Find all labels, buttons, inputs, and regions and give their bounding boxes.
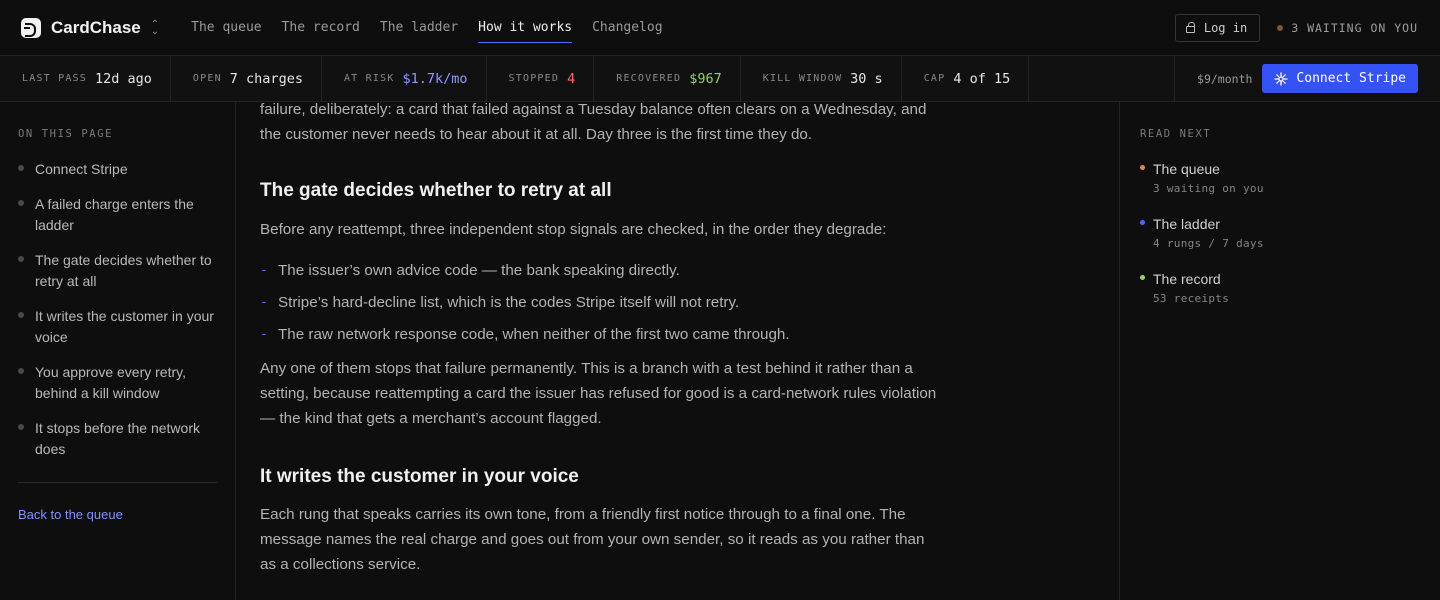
read-next-heading: READ NEXT — [1140, 128, 1212, 140]
toc-item-gate[interactable]: The gate decides whether to retry at all — [18, 250, 217, 292]
nav-link-how-it-works[interactable]: How it works — [478, 14, 572, 43]
toc-bullet-icon — [18, 312, 24, 318]
stat-value: 30 s — [850, 70, 883, 87]
brand[interactable]: CardChase ⌃ ⌄ — [21, 17, 159, 38]
stat-value: 4 of 15 — [953, 70, 1011, 87]
status-dot-icon — [1140, 165, 1145, 170]
read-next-record[interactable]: The record 53 receipts — [1140, 269, 1420, 305]
stat-label: KILL WINDOW — [762, 73, 843, 84]
stat-label: AT RISK — [343, 73, 395, 84]
stat-label: RECOVERED — [616, 73, 682, 84]
plan-cta: $9/month Connect Stripe — [1174, 56, 1440, 101]
toc-bullet-icon — [18, 368, 24, 374]
stat-label: CAP — [923, 73, 946, 84]
stat-open: OPEN 7 charges — [171, 56, 322, 101]
toc-item-label: It writes the customer in your voice — [35, 308, 214, 345]
login-button[interactable]: Log in — [1174, 13, 1261, 42]
plan-price: $9/month — [1197, 71, 1253, 86]
chevron-updown-icon[interactable]: ⌃ ⌄ — [151, 19, 159, 36]
top-navigation: CardChase ⌃ ⌄ The queue The record The la… — [0, 0, 1440, 56]
toc-heading: ON THIS PAGE — [18, 128, 114, 140]
stat-value: 4 — [567, 70, 576, 87]
stat-value: $967 — [689, 70, 722, 87]
nav-link-record[interactable]: The record — [282, 14, 360, 41]
connect-stripe-label: Connect Stripe — [1296, 71, 1406, 86]
waiting-indicator[interactable]: 3 WAITING ON YOU — [1277, 21, 1418, 35]
stripe-spark-icon — [1274, 71, 1289, 86]
waiting-label: 3 WAITING ON YOU — [1291, 20, 1418, 35]
stop-signal-list: - The issuer’s own advice code — the bank… — [260, 255, 790, 351]
dash-bullet-icon: - — [260, 263, 268, 278]
list-item: - The raw network response code, when nei… — [260, 319, 790, 351]
stat-stopped: STOPPED 4 — [487, 56, 595, 101]
toc-bullet-icon — [18, 256, 24, 262]
stat-value: 12d ago — [95, 70, 152, 87]
stat-recovered: RECOVERED $967 — [594, 56, 741, 101]
voice-paragraph: Each rung that speaks carries its own to… — [260, 506, 925, 573]
toc-item-label: It stops before the network does — [35, 420, 200, 457]
read-next-title: The ladder — [1153, 216, 1220, 232]
stat-label: STOPPED — [508, 73, 560, 84]
read-next-subtitle: 3 waiting on you — [1153, 182, 1264, 195]
stat-value: 7 charges — [229, 70, 303, 87]
primary-nav: The queue The record The ladder How it w… — [191, 14, 663, 43]
brand-name: CardChase — [51, 17, 141, 37]
toc-divider — [18, 482, 217, 483]
toc-item-failed-charge[interactable]: A failed charge enters the ladder — [18, 194, 217, 236]
cardchase-logo-icon — [21, 17, 41, 38]
read-next-title: The record — [1153, 271, 1221, 287]
toc-item-stops[interactable]: It stops before the network does — [18, 418, 217, 460]
nav-link-ladder[interactable]: The ladder — [380, 14, 458, 41]
read-next-ladder[interactable]: The ladder 4 rungs / 7 days — [1140, 214, 1420, 250]
article: failure, deliberately: a card that faile… — [237, 102, 1119, 600]
list-item-text: The issuer’s own advice code — the bank … — [278, 262, 680, 279]
login-label: Log in — [1203, 20, 1248, 35]
toc-item-label: A failed charge enters the ladder — [35, 196, 194, 233]
connect-stripe-button[interactable]: Connect Stripe — [1262, 64, 1418, 93]
toc-bullet-icon — [18, 165, 24, 171]
stat-at-risk: AT RISK $1.7k/mo — [322, 56, 487, 101]
stats-bar: LAST PASS 12d ago OPEN 7 charges AT RISK… — [0, 56, 1440, 102]
toc-item-approve[interactable]: You approve every retry, behind a kill w… — [18, 362, 217, 404]
nav-link-queue[interactable]: The queue — [191, 14, 261, 41]
read-next-title: The queue — [1153, 161, 1220, 177]
read-next-sidebar: READ NEXT The queue 3 waiting on you The… — [1119, 102, 1440, 600]
dash-bullet-icon: - — [260, 295, 268, 310]
gate-paragraph: Before any reattempt, three independent … — [260, 221, 887, 238]
read-next-subtitle: 4 rungs / 7 days — [1153, 237, 1264, 250]
dash-bullet-icon: - — [260, 327, 268, 342]
stat-cap: CAP 4 of 15 — [902, 56, 1030, 101]
read-next-subtitle: 53 receipts — [1153, 292, 1230, 305]
section-heading-gate: The gate decides whether to retry at all — [260, 180, 612, 201]
any-paragraph: Any one of them stops that failure perma… — [260, 360, 937, 427]
list-item: - The issuer’s own advice code — the bank… — [260, 255, 790, 287]
section-heading-voice: It writes the customer in your voice — [260, 466, 579, 487]
list-item-text: The raw network response code, when neit… — [278, 326, 790, 343]
toc-item-label: You approve every retry, behind a kill w… — [35, 364, 186, 401]
list-item-text: Stripe’s hard-decline list, which is the… — [278, 294, 740, 311]
toc-item-voice[interactable]: It writes the customer in your voice — [18, 306, 217, 348]
stat-value: $1.7k/mo — [402, 70, 468, 87]
nav-link-changelog[interactable]: Changelog — [592, 14, 662, 41]
list-item: - Stripe’s hard-decline list, which is th… — [260, 287, 790, 319]
status-dot-icon — [1140, 220, 1145, 225]
toc-item-label: Connect Stripe — [35, 161, 128, 177]
stat-last-pass: LAST PASS 12d ago — [0, 56, 171, 101]
stat-kill-window: KILL WINDOW 30 s — [741, 56, 902, 101]
waiting-dot-icon — [1277, 24, 1284, 31]
nav-right: Log in 3 WAITING ON YOU — [1174, 13, 1418, 42]
stat-label: LAST PASS — [22, 73, 87, 84]
lock-icon — [1185, 21, 1195, 33]
intro-paragraph: failure, deliberately: a card that faile… — [260, 102, 927, 143]
toc-sidebar: ON THIS PAGE Connect Stripe A failed cha… — [0, 102, 236, 600]
stat-label: OPEN — [192, 73, 222, 84]
toc-bullet-icon — [18, 200, 24, 206]
toc-item-connect-stripe[interactable]: Connect Stripe — [18, 159, 217, 180]
toc-item-label: The gate decides whether to retry at all — [35, 252, 212, 289]
status-dot-icon — [1140, 275, 1145, 280]
back-to-queue-link[interactable]: Back to the queue — [18, 507, 217, 522]
toc-bullet-icon — [18, 424, 24, 430]
read-next-queue[interactable]: The queue 3 waiting on you — [1140, 159, 1420, 195]
